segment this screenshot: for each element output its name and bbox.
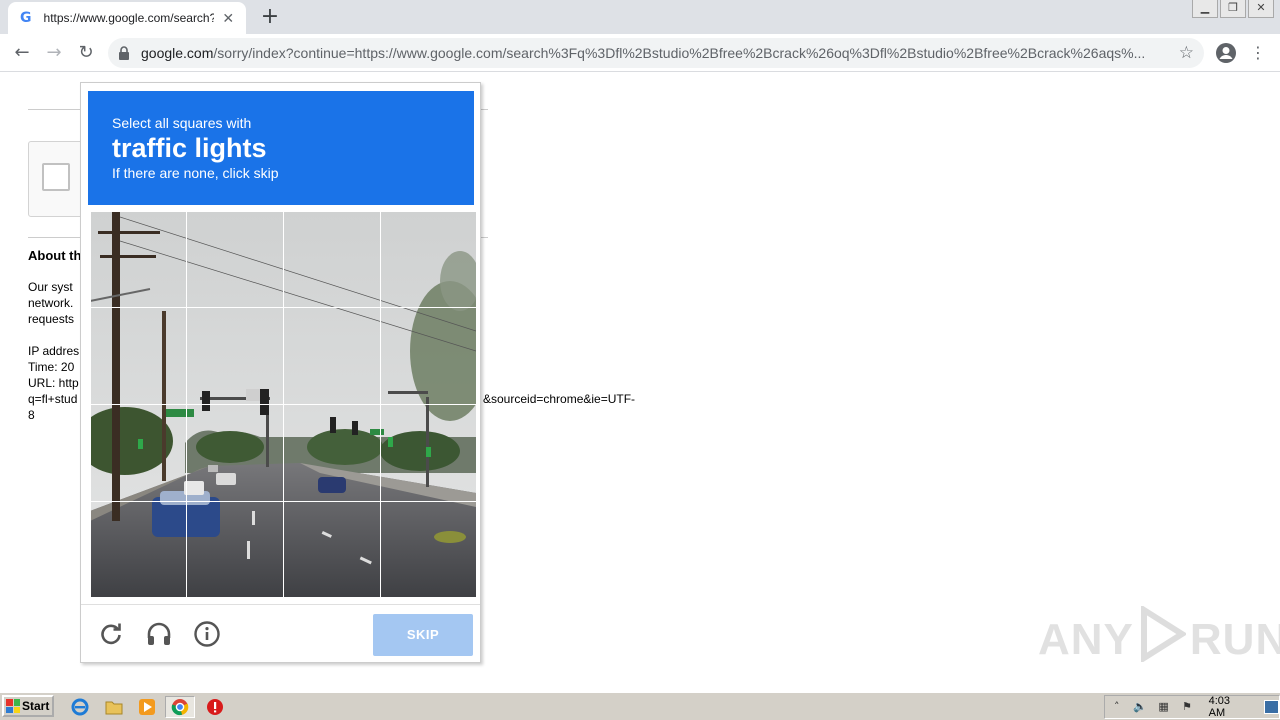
- grid-tile[interactable]: [380, 211, 476, 308]
- volume-icon[interactable]: 🔈: [1132, 699, 1147, 715]
- challenge-instruction: Select all squares with: [112, 115, 252, 131]
- grid-tile[interactable]: [186, 404, 284, 502]
- media-player-icon[interactable]: [135, 696, 159, 718]
- start-button[interactable]: Start: [2, 695, 54, 717]
- challenge-hint: If there are none, click skip: [112, 165, 279, 181]
- address-bar[interactable]: google.com/sorry/index?continue=https://…: [108, 38, 1204, 68]
- show-desktop-icon[interactable]: [1263, 700, 1279, 714]
- anyrun-watermark: ANY RUN: [1038, 604, 1280, 673]
- skip-button[interactable]: SKIP: [373, 614, 473, 656]
- grid-tile[interactable]: [380, 404, 476, 502]
- challenge-header: Select all squares with traffic lights I…: [88, 91, 474, 205]
- stop-app-icon[interactable]: [203, 696, 227, 718]
- watermark-play-icon: [1138, 604, 1188, 673]
- grid-tile[interactable]: [283, 211, 381, 308]
- bookmark-star-icon[interactable]: ☆: [1179, 43, 1194, 63]
- file-explorer-icon[interactable]: [102, 696, 126, 718]
- grid-tile[interactable]: [186, 501, 284, 597]
- about-paragraph-line: Our syst: [28, 280, 73, 294]
- clock: 4:03 AM: [1208, 695, 1231, 719]
- challenge-footer: SKIP: [81, 605, 480, 663]
- chrome-taskbar-icon[interactable]: [165, 696, 195, 718]
- grid-tile[interactable]: [90, 307, 187, 405]
- url-continuation: q=fl+stud: [28, 392, 78, 406]
- new-tab-button[interactable]: +: [258, 5, 282, 29]
- taskbar: Start ˄ 🔈 ▦ ⚑ 4:03 AM: [0, 692, 1280, 720]
- reload-challenge-icon[interactable]: [97, 620, 125, 648]
- grid-tile[interactable]: [283, 404, 381, 502]
- audio-challenge-icon[interactable]: [145, 620, 173, 648]
- network-icon[interactable]: ▦: [1156, 699, 1171, 715]
- internet-explorer-icon[interactable]: [68, 696, 92, 718]
- info-icon[interactable]: [193, 620, 221, 648]
- challenge-image-grid: [90, 211, 476, 597]
- back-button[interactable]: ←: [10, 41, 34, 65]
- challenge-keyword: traffic lights: [112, 133, 267, 163]
- google-favicon-icon: G: [20, 10, 32, 26]
- grid-tile[interactable]: [90, 404, 187, 502]
- forward-button[interactable]: →: [42, 41, 66, 65]
- lock-icon: [118, 46, 132, 60]
- watermark-text-right: RUN: [1189, 614, 1280, 664]
- window-controls: ▁ ❐ ✕: [1192, 0, 1274, 18]
- tab-strip: G https://www.google.com/search?q= ✕ + ▁…: [0, 0, 1280, 34]
- grid-tile[interactable]: [186, 211, 284, 308]
- recaptcha-checkbox[interactable]: [42, 163, 70, 191]
- url-text: google.com/sorry/index?continue=https://…: [141, 45, 1146, 61]
- tab-title: https://www.google.com/search?q=: [43, 11, 215, 25]
- url-continuation-right: &sourceid=chrome&ie=UTF-: [483, 392, 636, 406]
- show-hidden-icons-icon[interactable]: ˄: [1109, 699, 1124, 715]
- minimize-button[interactable]: ▁: [1192, 0, 1218, 18]
- grid-tile[interactable]: [186, 307, 284, 405]
- ip-address-label: IP addres: [28, 344, 80, 358]
- menu-icon[interactable]: ⋮: [1246, 41, 1270, 65]
- grid-tile[interactable]: [90, 501, 187, 597]
- close-tab-icon[interactable]: ✕: [220, 10, 236, 26]
- about-paragraph-line: network.: [28, 296, 74, 310]
- watermark-text-left: ANY: [1038, 614, 1134, 664]
- recaptcha-challenge-dialog: Select all squares with traffic lights I…: [80, 82, 481, 663]
- grid-tile[interactable]: [380, 307, 476, 405]
- about-heading: About th: [28, 248, 82, 263]
- close-window-button[interactable]: ✕: [1248, 0, 1274, 18]
- time-label: Time: 20: [28, 360, 75, 374]
- url-label: URL: http: [28, 376, 79, 390]
- profile-icon[interactable]: [1214, 41, 1238, 65]
- system-tray: ˄ 🔈 ▦ ⚑ 4:03 AM: [1104, 695, 1280, 719]
- about-paragraph-line: requests: [28, 312, 75, 326]
- grid-tile[interactable]: [283, 307, 381, 405]
- start-label: Start: [22, 699, 50, 713]
- grid-tile[interactable]: [283, 501, 381, 597]
- url-continuation-end: 8: [28, 408, 35, 422]
- reload-button[interactable]: ↻: [74, 41, 98, 65]
- browser-toolbar: ← → ↻ google.com/sorry/index?continue=ht…: [0, 34, 1280, 72]
- grid-tile[interactable]: [90, 211, 187, 308]
- restore-button[interactable]: ❐: [1220, 0, 1246, 18]
- action-center-flag-icon[interactable]: ⚑: [1179, 699, 1194, 715]
- grid-tile[interactable]: [380, 501, 476, 597]
- browser-tab[interactable]: G https://www.google.com/search?q= ✕: [8, 2, 246, 34]
- windows-logo-icon: [6, 699, 20, 713]
